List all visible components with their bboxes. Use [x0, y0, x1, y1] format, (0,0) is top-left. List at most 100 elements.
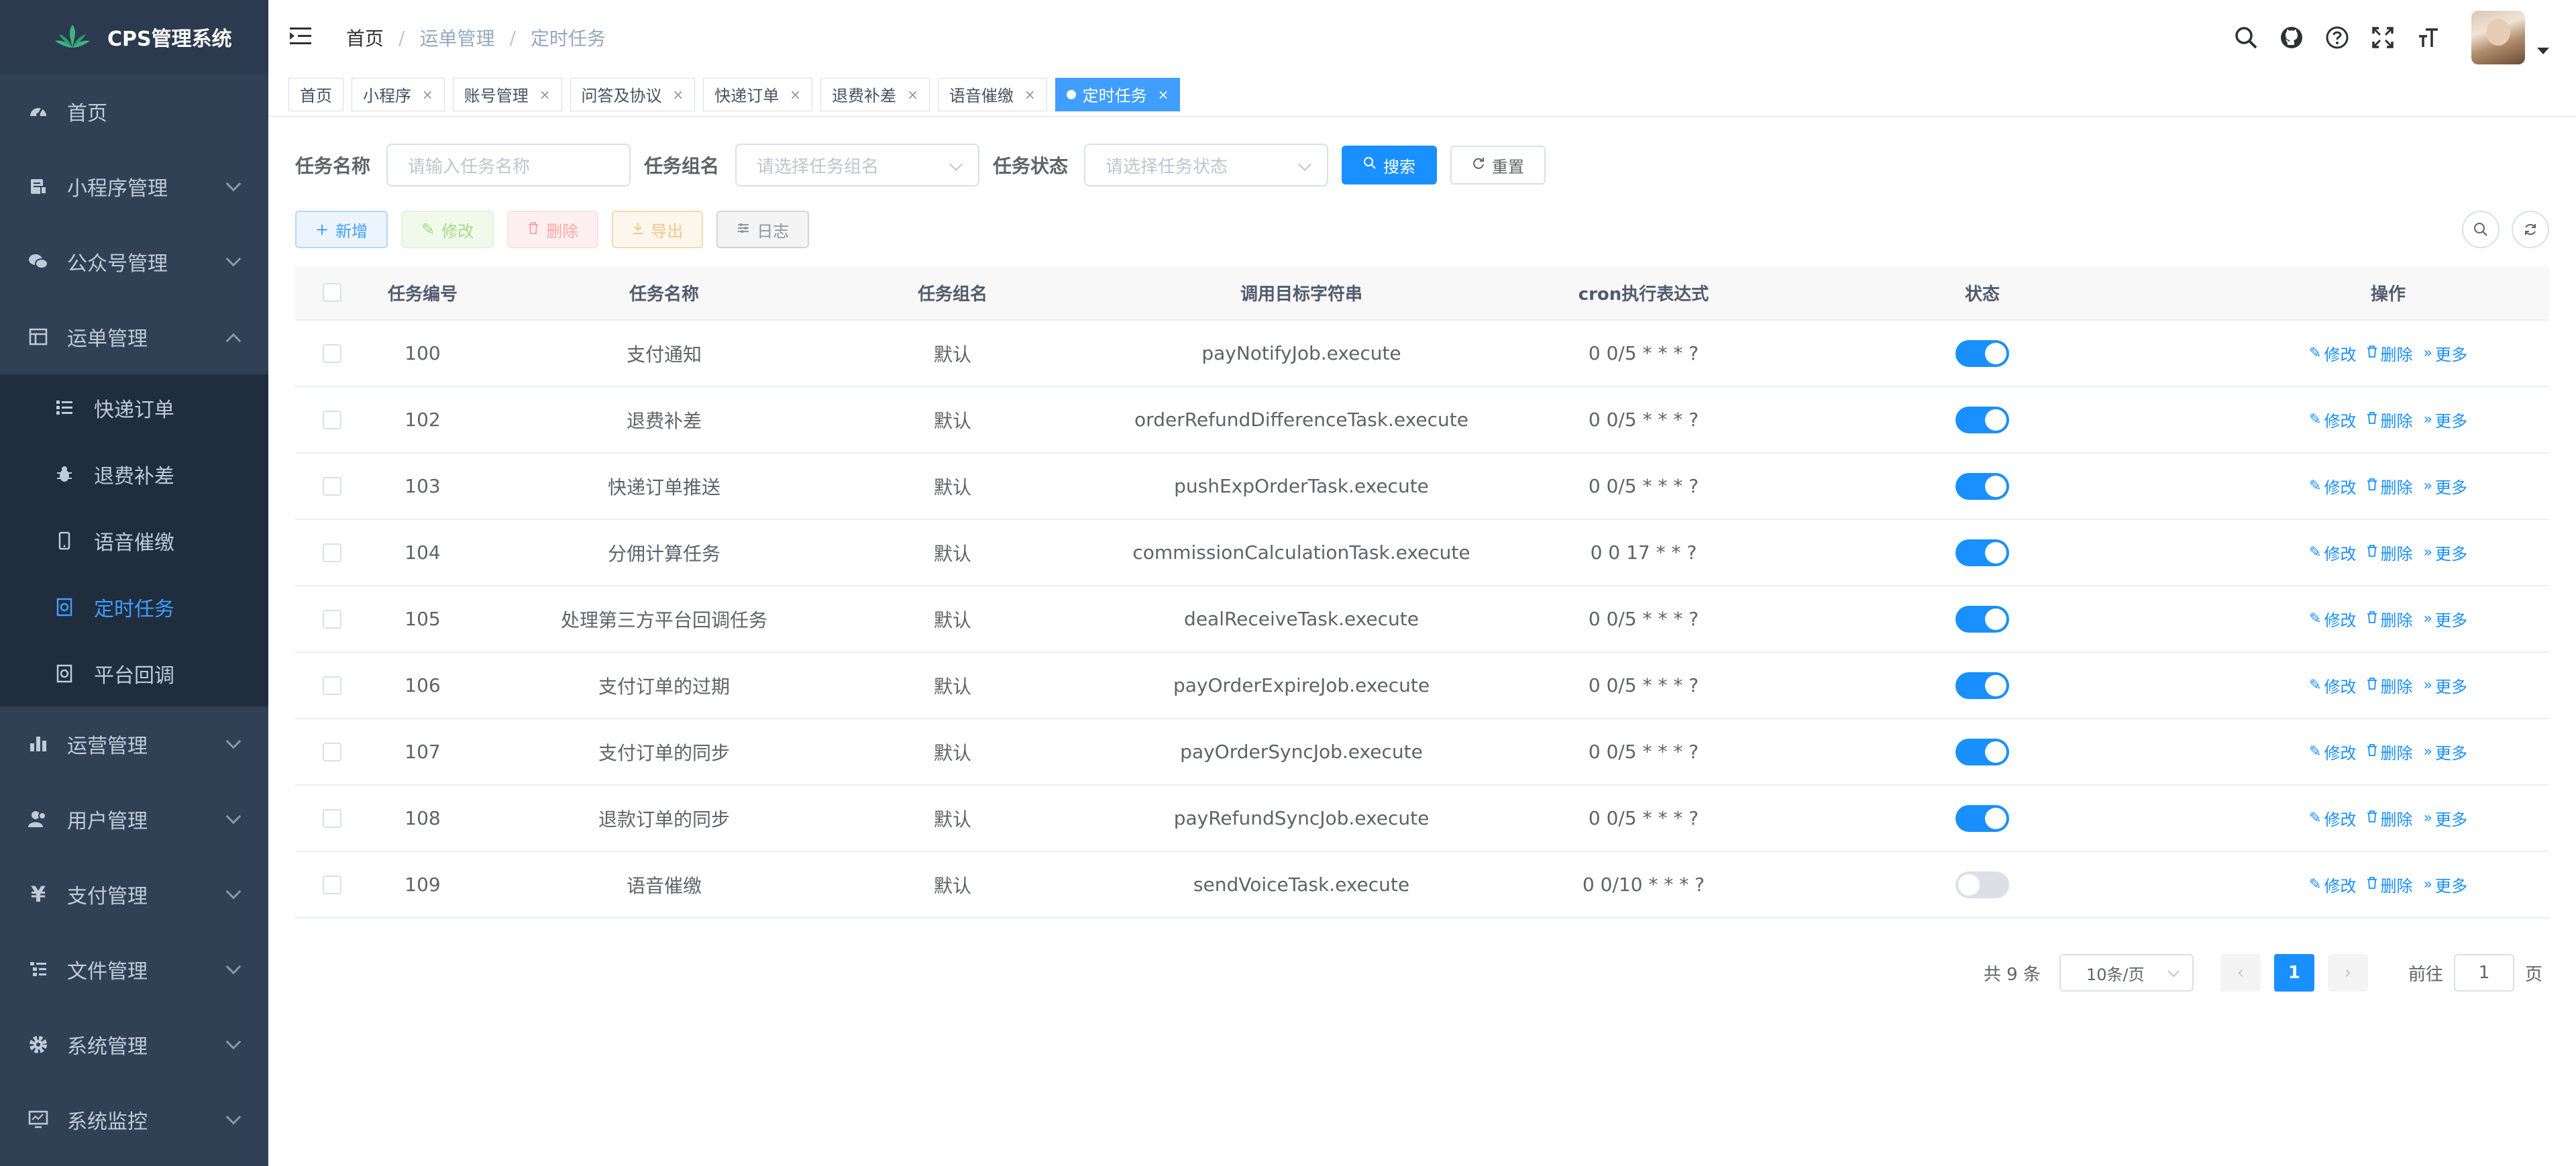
- sidebar-item-wechat[interactable]: 公众号管理: [0, 224, 268, 299]
- delete-link[interactable]: 删除: [2367, 873, 2412, 896]
- edit-button[interactable]: ✎ 修改: [401, 211, 494, 248]
- caret-down-icon[interactable]: [2537, 48, 2549, 54]
- toggle-search-button[interactable]: [2462, 211, 2500, 248]
- close-icon[interactable]: ×: [1024, 87, 1036, 103]
- close-icon[interactable]: ×: [539, 87, 551, 103]
- tag-refund-diff[interactable]: 退费补差 ×: [820, 77, 930, 111]
- status-switch[interactable]: [1955, 672, 2009, 699]
- edit-link[interactable]: ✎ 修改: [2309, 806, 2356, 830]
- delete-link[interactable]: 删除: [2367, 541, 2412, 564]
- close-icon[interactable]: ×: [1158, 87, 1169, 103]
- goto-page-input[interactable]: 1: [2453, 954, 2514, 992]
- page-size-select[interactable]: 10条/页: [2059, 954, 2194, 992]
- row-checkbox[interactable]: [323, 676, 341, 695]
- row-checkbox[interactable]: [323, 343, 341, 363]
- sidebar-item-platform-callback[interactable]: 平台回调: [0, 640, 268, 706]
- row-checkbox[interactable]: [323, 808, 341, 828]
- sidebar-item-operations[interactable]: 运营管理: [0, 706, 268, 782]
- next-page-button[interactable]: ›: [2327, 954, 2368, 992]
- edit-link[interactable]: ✎ 修改: [2309, 607, 2356, 631]
- sidebar-item-system[interactable]: 系统管理: [0, 1007, 268, 1082]
- github-icon[interactable]: [2275, 21, 2308, 54]
- search-icon[interactable]: [2230, 21, 2262, 54]
- delete-link[interactable]: 删除: [2367, 408, 2412, 431]
- more-link[interactable]: » 更多: [2423, 674, 2467, 697]
- sidebar-item-monitor[interactable]: 系统监控: [0, 1082, 268, 1157]
- close-icon[interactable]: ×: [907, 87, 918, 103]
- row-checkbox[interactable]: [323, 543, 341, 562]
- status-switch[interactable]: [1955, 339, 2009, 367]
- avatar[interactable]: [2471, 11, 2525, 64]
- close-icon[interactable]: ×: [673, 87, 684, 103]
- tag-miniapp[interactable]: 小程序 ×: [352, 77, 445, 111]
- search-button[interactable]: 搜索: [1342, 146, 1438, 184]
- delete-link[interactable]: 删除: [2367, 740, 2412, 763]
- job-name-input[interactable]: 请输入任务名称: [386, 144, 631, 187]
- more-link[interactable]: » 更多: [2423, 740, 2467, 763]
- sidebar-item-voice-collect[interactable]: 语音催缴: [0, 507, 268, 574]
- breadcrumb-home[interactable]: 首页: [346, 24, 384, 51]
- sidebar-item-waybill[interactable]: 运单管理: [0, 299, 268, 374]
- edit-link[interactable]: ✎ 修改: [2309, 341, 2356, 365]
- sidebar-item-scheduled-jobs[interactable]: 定时任务: [0, 574, 268, 640]
- close-icon[interactable]: ×: [422, 87, 433, 103]
- row-checkbox[interactable]: [323, 742, 341, 761]
- sidebar-item-refund-diff[interactable]: 退费补差: [0, 441, 268, 507]
- edit-link[interactable]: ✎ 修改: [2309, 674, 2356, 697]
- logo-bar[interactable]: CPS管理系统: [0, 0, 268, 74]
- more-link[interactable]: » 更多: [2423, 408, 2467, 431]
- delete-button[interactable]: 删除: [507, 211, 599, 248]
- edit-link[interactable]: ✎ 修改: [2309, 740, 2356, 763]
- tag-scheduled-jobs[interactable]: 定时任务 ×: [1055, 77, 1181, 111]
- job-status-select[interactable]: 请选择任务状态: [1084, 144, 1329, 187]
- add-button[interactable]: + 新增: [295, 211, 388, 248]
- font-size-icon[interactable]: [2412, 21, 2445, 54]
- log-button[interactable]: 日志: [716, 211, 810, 248]
- more-link[interactable]: » 更多: [2423, 607, 2467, 631]
- tag-faq[interactable]: 问答及协议 ×: [570, 77, 696, 111]
- more-link[interactable]: » 更多: [2423, 341, 2467, 365]
- job-group-select[interactable]: 请选择任务组名: [735, 144, 980, 187]
- close-icon[interactable]: ×: [790, 87, 801, 103]
- status-switch[interactable]: [1955, 871, 2009, 898]
- edit-link[interactable]: ✎ 修改: [2309, 873, 2356, 896]
- fullscreen-icon[interactable]: [2367, 21, 2399, 54]
- edit-link[interactable]: ✎ 修改: [2309, 474, 2356, 498]
- delete-link[interactable]: 删除: [2367, 474, 2412, 498]
- sidebar-item-home[interactable]: 首页: [0, 74, 268, 149]
- row-checkbox[interactable]: [323, 875, 341, 894]
- tag-express-orders[interactable]: 快递订单 ×: [703, 77, 813, 111]
- tag-voice-collect[interactable]: 语音催缴 ×: [937, 77, 1047, 111]
- edit-link[interactable]: ✎ 修改: [2309, 408, 2356, 431]
- row-checkbox[interactable]: [323, 476, 341, 496]
- delete-link[interactable]: 删除: [2367, 607, 2412, 631]
- help-icon[interactable]: [2321, 21, 2353, 54]
- edit-link[interactable]: ✎ 修改: [2309, 541, 2356, 564]
- delete-link[interactable]: 删除: [2367, 674, 2412, 697]
- reset-button[interactable]: 重置: [1450, 146, 1546, 184]
- delete-link[interactable]: 删除: [2367, 806, 2412, 830]
- export-button[interactable]: 导出: [612, 211, 704, 248]
- breadcrumb-waybill[interactable]: 运单管理: [419, 24, 494, 51]
- hamburger-icon[interactable]: [288, 24, 313, 48]
- tag-accounts[interactable]: 账号管理 ×: [452, 77, 562, 111]
- status-switch[interactable]: [1955, 406, 2009, 433]
- status-switch[interactable]: [1955, 804, 2009, 832]
- delete-link[interactable]: 删除: [2367, 341, 2412, 365]
- more-link[interactable]: » 更多: [2423, 541, 2467, 564]
- row-checkbox[interactable]: [323, 609, 341, 629]
- more-link[interactable]: » 更多: [2423, 806, 2467, 830]
- sidebar-item-payments[interactable]: ¥ 支付管理: [0, 857, 268, 932]
- status-switch[interactable]: [1955, 605, 2009, 633]
- sidebar-item-files[interactable]: 文件管理: [0, 932, 268, 1007]
- more-link[interactable]: » 更多: [2423, 873, 2467, 896]
- status-switch[interactable]: [1955, 539, 2009, 566]
- more-link[interactable]: » 更多: [2423, 474, 2467, 498]
- sidebar-item-miniapp[interactable]: 小程序管理: [0, 149, 268, 224]
- prev-page-button[interactable]: ‹: [2220, 954, 2261, 992]
- status-switch[interactable]: [1955, 738, 2009, 765]
- row-checkbox[interactable]: [323, 410, 341, 429]
- page-number-button[interactable]: 1: [2273, 954, 2314, 992]
- refresh-button[interactable]: [2512, 211, 2549, 248]
- sidebar-item-express-orders[interactable]: 快递订单: [0, 374, 268, 441]
